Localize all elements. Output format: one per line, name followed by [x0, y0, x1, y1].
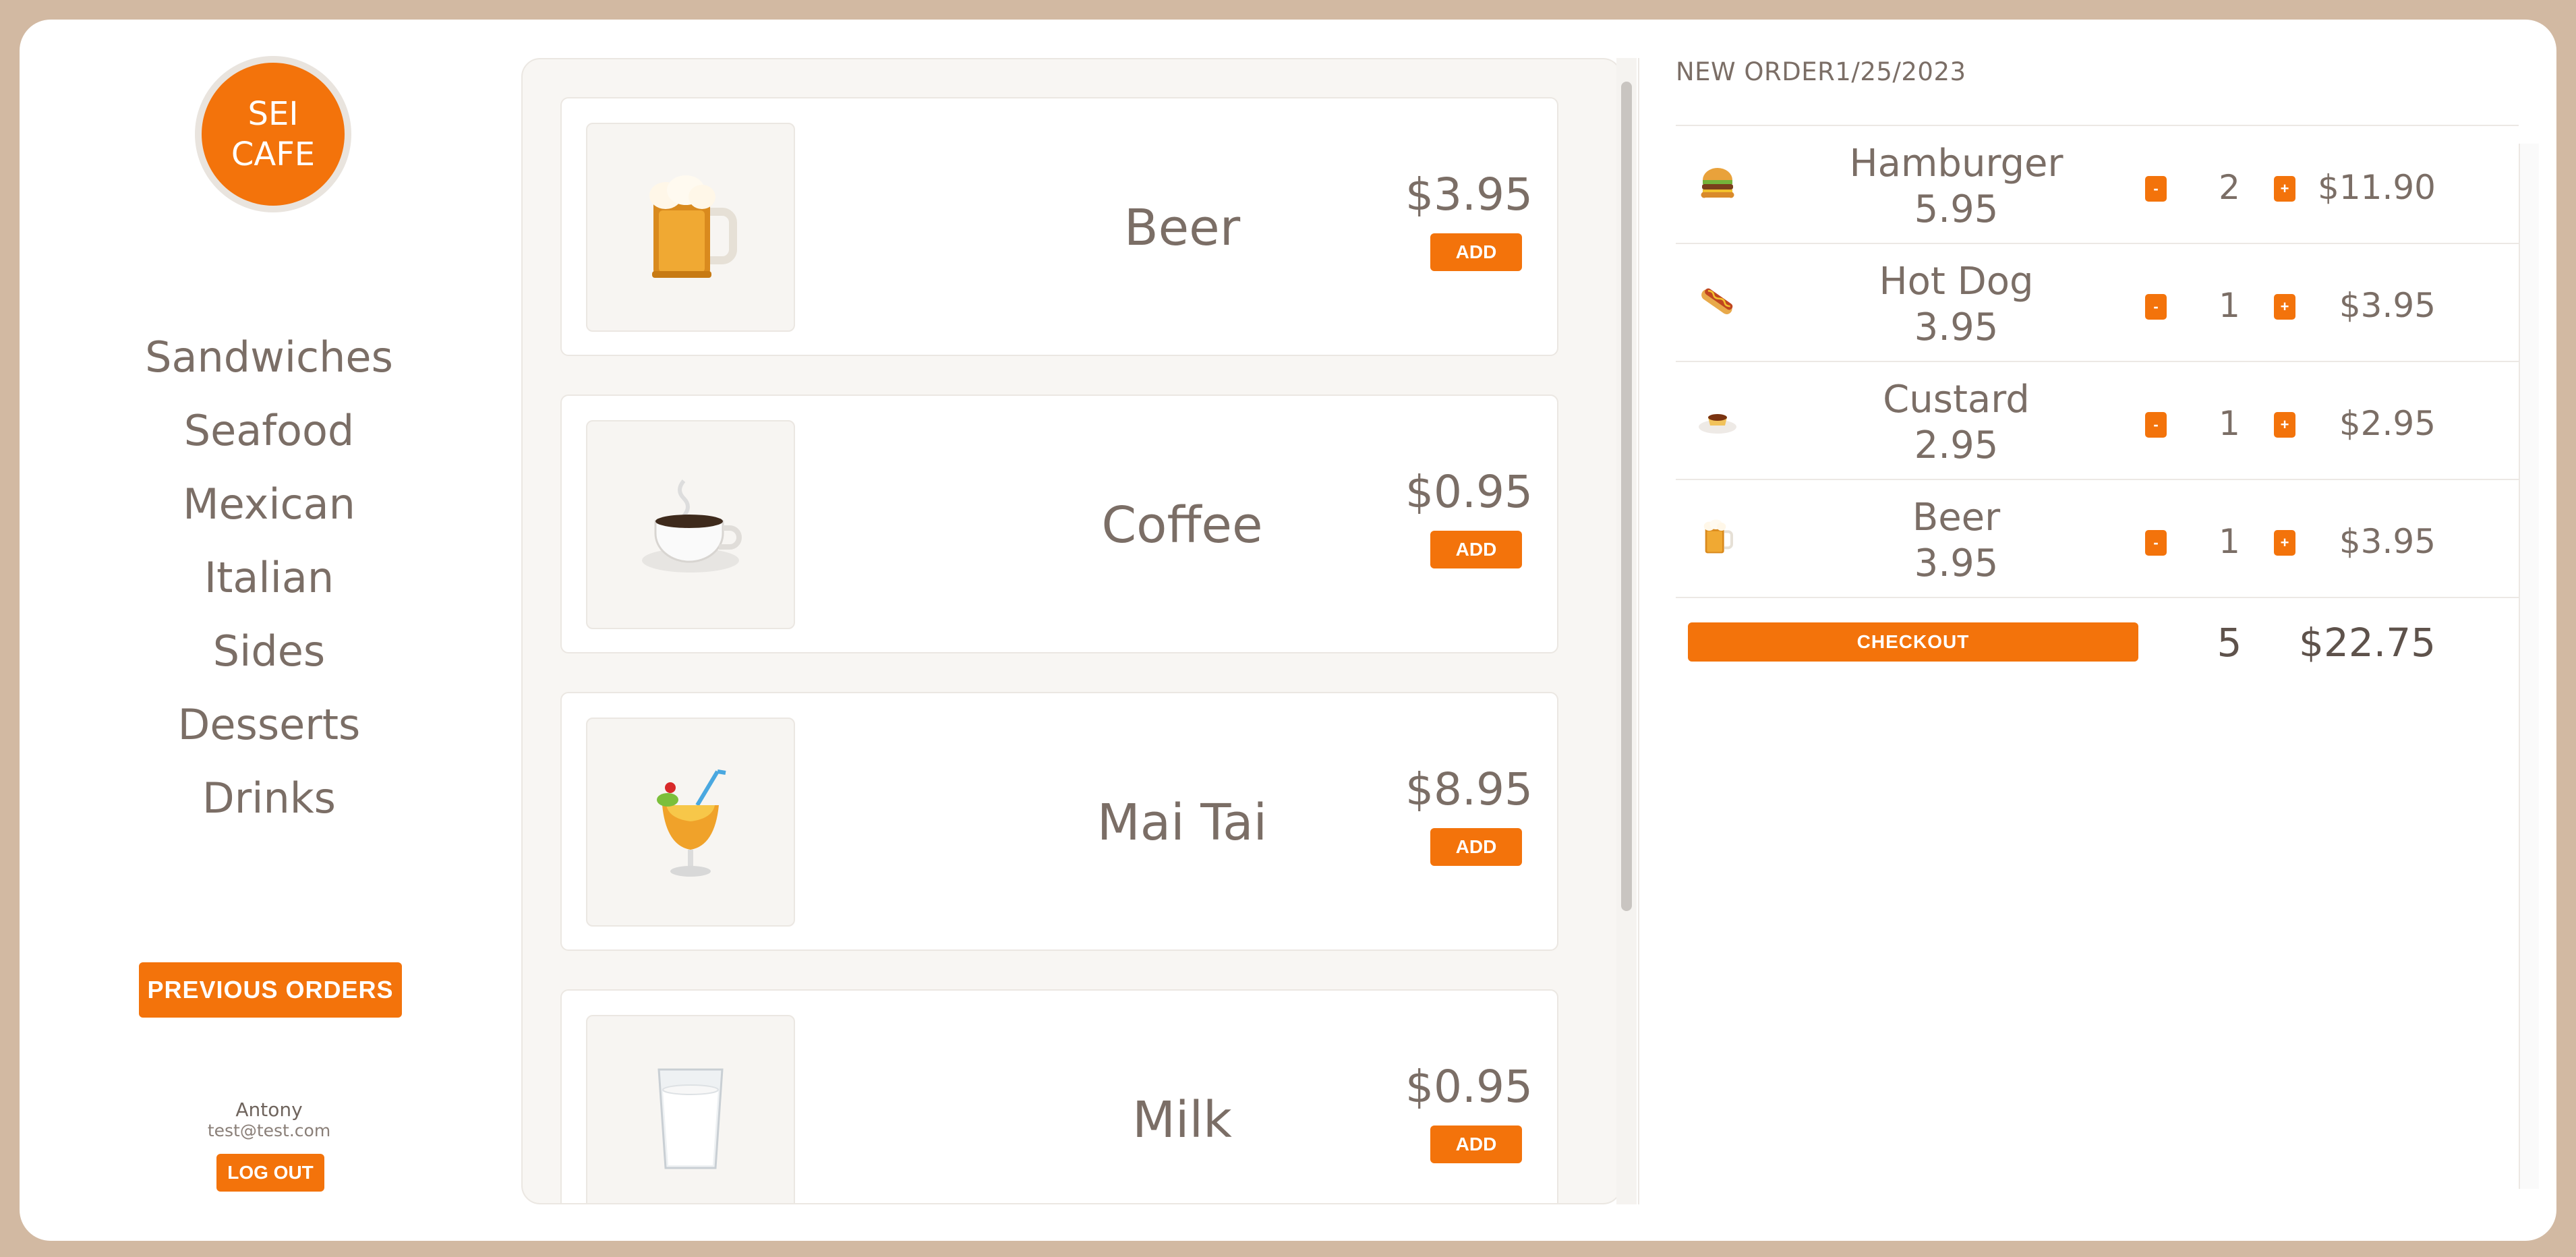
menu-item-card: Milk $0.95 ADD	[560, 989, 1558, 1203]
order-item-total: $11.90	[2318, 168, 2436, 207]
checkout-button[interactable]: CHECKOUT	[1688, 622, 2138, 662]
add-mai-tai-button[interactable]: ADD	[1430, 828, 1522, 866]
order-item-total: $3.95	[2339, 522, 2436, 561]
order-item-unit-price: 3.95	[1914, 542, 1999, 585]
panel-divider	[1638, 58, 1639, 1204]
user-name: Antony	[235, 1099, 303, 1121]
order-item-name: Hot Dog	[1879, 260, 2034, 303]
menu-item-name: Coffee	[1101, 496, 1263, 554]
order-item-unit-price: 5.95	[1914, 187, 1999, 231]
coffee-cup-icon	[586, 420, 795, 629]
category-desserts[interactable]: Desserts	[20, 701, 519, 775]
order-panel: NEW ORDER1/25/2023 Hamburger 5.95 - 2 +	[1638, 20, 2556, 1241]
category-nav: Sandwiches Seafood Mexican Italian Sides…	[20, 334, 519, 848]
menu-item-card: Beer $3.95 ADD	[560, 97, 1558, 356]
order-scrollbar[interactable]	[2519, 144, 2539, 1189]
user-email: test@test.com	[207, 1121, 331, 1140]
app-window: SEI CAFE Sandwiches Seafood Mexican Ital…	[20, 20, 2556, 1241]
category-italian[interactable]: Italian	[20, 554, 519, 628]
add-milk-button[interactable]: ADD	[1430, 1126, 1522, 1163]
menu-item-card: Mai Tai $8.95 ADD	[560, 692, 1558, 951]
category-sandwiches[interactable]: Sandwiches	[20, 334, 519, 407]
order-item-qty: 2	[2219, 168, 2240, 207]
order-item-total: $2.95	[2339, 404, 2436, 443]
menu-item-name: Beer	[1123, 199, 1241, 257]
tropical-drink-icon	[586, 718, 795, 927]
order-line: Hamburger 5.95 - 2 + $11.90	[1676, 125, 2519, 243]
beer-mug-icon	[586, 123, 795, 332]
decrease-qty-button[interactable]: -	[2145, 530, 2167, 556]
menu-item-price: $0.95	[1405, 466, 1533, 518]
add-beer-button[interactable]: ADD	[1430, 233, 1522, 271]
decrease-qty-button[interactable]: -	[2145, 176, 2167, 202]
order-item-unit-price: 3.95	[1914, 305, 1999, 349]
order-summary: CHECKOUT 5 $22.75	[1676, 597, 2519, 691]
logo-line-1: SEI	[247, 95, 299, 133]
logo-line-2: CAFE	[231, 136, 316, 173]
order-line: Custard 2.95 - 1 + $2.95	[1676, 361, 2519, 479]
order-total-price: $22.75	[2299, 620, 2436, 666]
sidebar: SEI CAFE Sandwiches Seafood Mexican Ital…	[20, 20, 519, 1241]
decrease-qty-button[interactable]: -	[2145, 294, 2167, 320]
beer-mug-icon	[1696, 515, 1739, 558]
menu-item-name: Mai Tai	[1096, 794, 1268, 852]
order-item-qty: 1	[2219, 522, 2240, 561]
custard-icon	[1696, 397, 1739, 440]
milk-glass-icon	[586, 1015, 795, 1203]
order-item-unit-price: 2.95	[1914, 423, 1999, 467]
logout-button[interactable]: LOG OUT	[216, 1154, 324, 1192]
order-item-name: Custard	[1883, 378, 2030, 421]
menu-item-price: $8.95	[1405, 763, 1533, 815]
menu-item-price: $0.95	[1405, 1061, 1533, 1113]
order-item-qty: 1	[2219, 286, 2240, 325]
category-seafood[interactable]: Seafood	[20, 407, 519, 481]
order-item-total: $3.95	[2339, 286, 2436, 325]
order-item-name: Beer	[1912, 496, 2001, 539]
hot-dog-icon	[1696, 279, 1739, 322]
order-item-name: Hamburger	[1849, 142, 2063, 185]
order-title: NEW ORDER1/25/2023	[1676, 57, 1966, 86]
decrease-qty-button[interactable]: -	[2145, 412, 2167, 438]
category-sides[interactable]: Sides	[20, 628, 519, 701]
order-table: Hamburger 5.95 - 2 + $11.90 Hot Dog 3.95…	[1676, 125, 2519, 691]
hamburger-icon	[1696, 161, 1739, 204]
cafe-logo: SEI CAFE	[195, 56, 351, 212]
add-coffee-button[interactable]: ADD	[1430, 531, 1522, 568]
menu-list[interactable]: Beer $3.95 ADD Coffee $0.95 ADD Mai Tai …	[521, 58, 1622, 1204]
category-mexican[interactable]: Mexican	[20, 481, 519, 554]
previous-orders-button[interactable]: PREVIOUS ORDERS	[139, 962, 402, 1018]
menu-item-name: Milk	[1132, 1091, 1232, 1149]
order-item-qty: 1	[2219, 404, 2240, 443]
menu-item-card: Coffee $0.95 ADD	[560, 394, 1558, 653]
menu-scrollbar-thumb[interactable]	[1621, 82, 1632, 911]
menu-item-price: $3.95	[1405, 169, 1533, 221]
category-drinks[interactable]: Drinks	[20, 775, 519, 848]
order-line: Hot Dog 3.95 - 1 + $3.95	[1676, 243, 2519, 361]
order-line: Beer 3.95 - 1 + $3.95	[1676, 479, 2519, 597]
